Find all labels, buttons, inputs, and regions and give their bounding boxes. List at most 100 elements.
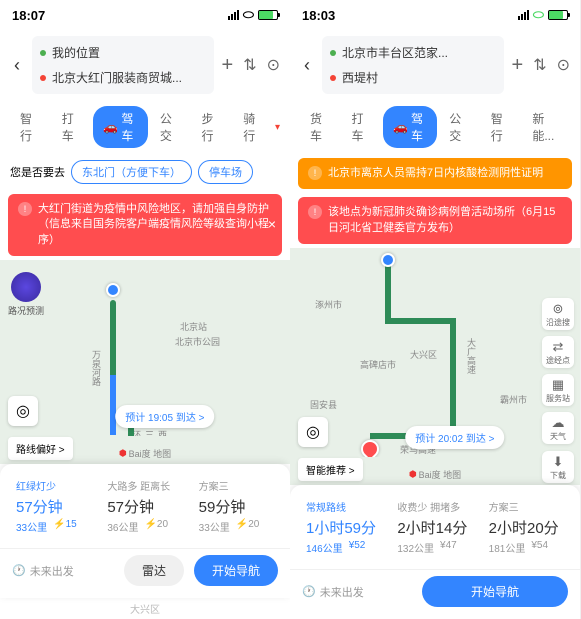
route-option-1[interactable]: 常规路线 1小时59分 146公里¥52 xyxy=(300,495,387,559)
suggest-parking[interactable]: 停车场 xyxy=(198,160,253,184)
tool-weather[interactable]: ☁天气 xyxy=(542,412,574,444)
tool-waypoint[interactable]: ⇄途经点 xyxy=(542,336,574,368)
tab-drive[interactable]: 🚗 驾车 xyxy=(383,106,437,148)
map-label: 万泉河路 xyxy=(90,350,103,386)
route-option-3[interactable]: 方案三 2小时20分 181公里¥54 xyxy=(483,495,570,559)
map-label: 霸州市 xyxy=(500,393,527,406)
transport-tabs: 智行 打车 🚗 驾车 公交 步行 骑行 ▾ xyxy=(0,100,290,154)
tab-ev[interactable]: 新能... xyxy=(522,106,570,148)
origin-dot-icon xyxy=(330,50,336,56)
origin-input[interactable]: 北京市丰台区范家... xyxy=(330,40,496,65)
tab-smart[interactable]: 智行 xyxy=(10,106,50,148)
map-label: 北京市公园 xyxy=(175,335,220,348)
tab-truck[interactable]: 货车 xyxy=(300,106,340,148)
speedometer-icon xyxy=(11,272,41,302)
locate-button[interactable]: ◎ xyxy=(8,396,38,426)
phone-right: 18:03 ⬭ ‹ 北京市丰台区范家... 西堤村 + ⇅ ⊙ 货车 打车 🚗 … xyxy=(290,0,580,619)
swap-icon[interactable]: ⇅ xyxy=(533,55,546,75)
swap-icon[interactable]: ⇅ xyxy=(243,55,256,75)
radar-button[interactable]: 雷达 xyxy=(124,555,184,586)
tab-taxi[interactable]: 打车 xyxy=(342,106,382,148)
side-tools: ⊚沿途搜 ⇄途经点 ▦服务站 ☁天气 xyxy=(542,298,574,444)
map-label: 固安县 xyxy=(310,398,337,411)
battery-icon xyxy=(258,10,278,20)
start-pin-icon xyxy=(106,283,120,297)
tool-download[interactable]: ⬇下载 xyxy=(542,451,574,483)
voice-icon[interactable]: ⊙ xyxy=(557,55,570,75)
locate-button[interactable]: ◎ xyxy=(298,417,328,447)
map-label: 北京站 xyxy=(180,320,207,333)
transport-tabs: 货车 打车 🚗 驾车 公交 智行 新能... xyxy=(290,100,580,154)
action-row: 🕐 未来出发 雷达 开始导航 xyxy=(0,548,290,592)
end-pin-icon xyxy=(357,436,382,457)
tab-walk[interactable]: 步行 xyxy=(192,106,232,148)
suggest-gate[interactable]: 东北门（方便下车） xyxy=(71,160,192,184)
status-bar: 18:07 ⬭ xyxy=(0,0,290,30)
eta-badge[interactable]: 预计 19:05 到达 > xyxy=(115,405,214,428)
start-pin-icon xyxy=(381,253,395,267)
covid-alert: ! 大红门街道为疫情中风险地区，请加强自身防护（信息来自国务院客户端疫情风险等级… xyxy=(8,194,282,256)
baidu-logo: ⬢Bai度 地图 xyxy=(119,447,171,460)
map-view[interactable]: 石景山区 北京站 北京市公园 万泉河路 西三环 路况预测 ◎ 预计 19:05 … xyxy=(0,260,290,436)
back-icon[interactable]: ‹ xyxy=(300,51,314,80)
tab-smart[interactable]: 智行 xyxy=(481,106,521,148)
route-preference[interactable]: 智能推荐 > xyxy=(298,458,363,481)
tab-drive[interactable]: 🚗 驾车 xyxy=(93,106,147,148)
route-inputs: 北京市丰台区范家... 西堤村 xyxy=(322,36,504,94)
start-nav-button[interactable]: 开始导航 xyxy=(422,576,568,607)
warning-icon: ! xyxy=(308,205,322,219)
eta-badge[interactable]: 预计 20:02 到达 > xyxy=(405,426,504,449)
travel-alert: ! 北京市离京人员需持7日内核酸检测阴性证明 xyxy=(298,158,572,189)
bottom-sheet: 红绿灯少 57分钟 33公里⚡15 大路多 距离长 57分钟 36公里⚡20 方… xyxy=(0,464,290,598)
status-time: 18:07 xyxy=(12,8,45,23)
tab-taxi[interactable]: 打车 xyxy=(52,106,92,148)
map-label: 大兴区 xyxy=(410,348,437,361)
origin-input[interactable]: 我的位置 xyxy=(40,40,206,65)
route-options: 红绿灯少 57分钟 33公里⚡15 大路多 距离长 57分钟 36公里⚡20 方… xyxy=(0,474,290,548)
back-icon[interactable]: ‹ xyxy=(10,51,24,80)
traffic-forecast[interactable]: 路况预测 xyxy=(8,272,44,317)
signal-icon xyxy=(518,10,529,20)
tab-bus[interactable]: 公交 xyxy=(439,106,479,148)
status-time: 18:03 xyxy=(302,8,335,23)
status-icons: ⬭ xyxy=(228,7,278,23)
map-label: 高碑店市 xyxy=(360,358,396,371)
tool-service[interactable]: ▦服务站 xyxy=(542,374,574,406)
destination-input[interactable]: 西堤村 xyxy=(330,65,496,90)
covid-alert: ! 该地点为新冠肺炎确诊病例曾活动场所（6月15日河北省卫健委官方发布） xyxy=(298,197,572,244)
tabs-more-icon[interactable]: ▾ xyxy=(275,122,280,133)
route-option-1[interactable]: 红绿灯少 57分钟 33公里⚡15 xyxy=(10,474,97,538)
tab-bus[interactable]: 公交 xyxy=(150,106,190,148)
status-icons: ⬭ xyxy=(518,7,568,23)
route-preference[interactable]: 路线偏好 > xyxy=(8,437,73,460)
add-stop-icon[interactable]: + xyxy=(512,54,524,77)
start-nav-button[interactable]: 开始导航 xyxy=(194,555,278,586)
destination-dot-icon xyxy=(40,75,46,81)
signal-icon xyxy=(228,10,239,20)
route-option-2[interactable]: 收费少 拥堵多 2小时14分 132公里¥47 xyxy=(391,495,478,559)
route-options: 常规路线 1小时59分 146公里¥52 收费少 拥堵多 2小时14分 132公… xyxy=(290,495,580,569)
warning-icon: ! xyxy=(308,166,322,180)
battery-icon xyxy=(548,10,568,20)
add-stop-icon[interactable]: + xyxy=(222,54,234,77)
map-view[interactable]: 固安县 涿州市 高碑店市 大兴区 霸州市 荣乌高速 大广高速 ⊚沿途搜 ⇄途经点… xyxy=(290,248,580,457)
map-label: 大广高速 xyxy=(465,338,478,374)
footer: 大兴区 xyxy=(0,598,290,619)
bottom-sheet: 常规路线 1小时59分 146公里¥52 收费少 拥堵多 2小时14分 132公… xyxy=(290,485,580,619)
voice-icon[interactable]: ⊙ xyxy=(267,55,280,75)
close-icon[interactable]: × xyxy=(268,215,276,235)
search-area: ‹ 北京市丰台区范家... 西堤村 + ⇅ ⊙ xyxy=(290,30,580,100)
map-label: 涿州市 xyxy=(315,298,342,311)
status-bar: 18:03 ⬭ xyxy=(290,0,580,30)
origin-dot-icon xyxy=(40,50,46,56)
suggestion-row: 您是否要去 东北门（方便下车） 停车场 xyxy=(0,154,290,190)
future-depart[interactable]: 🕐 未来出发 xyxy=(12,563,114,579)
destination-input[interactable]: 北京大红门服装商贸城... xyxy=(40,65,206,90)
wifi-icon: ⬭ xyxy=(533,7,544,23)
tab-bike[interactable]: 骑行 xyxy=(233,106,273,148)
route-option-3[interactable]: 方案三 59分钟 33公里⚡20 xyxy=(193,474,280,538)
route-option-2[interactable]: 大路多 距离长 57分钟 36公里⚡20 xyxy=(101,474,188,538)
future-depart[interactable]: 🕐 未来出发 xyxy=(302,584,412,600)
wifi-icon: ⬭ xyxy=(243,7,254,23)
tool-search-along[interactable]: ⊚沿途搜 xyxy=(542,298,574,330)
